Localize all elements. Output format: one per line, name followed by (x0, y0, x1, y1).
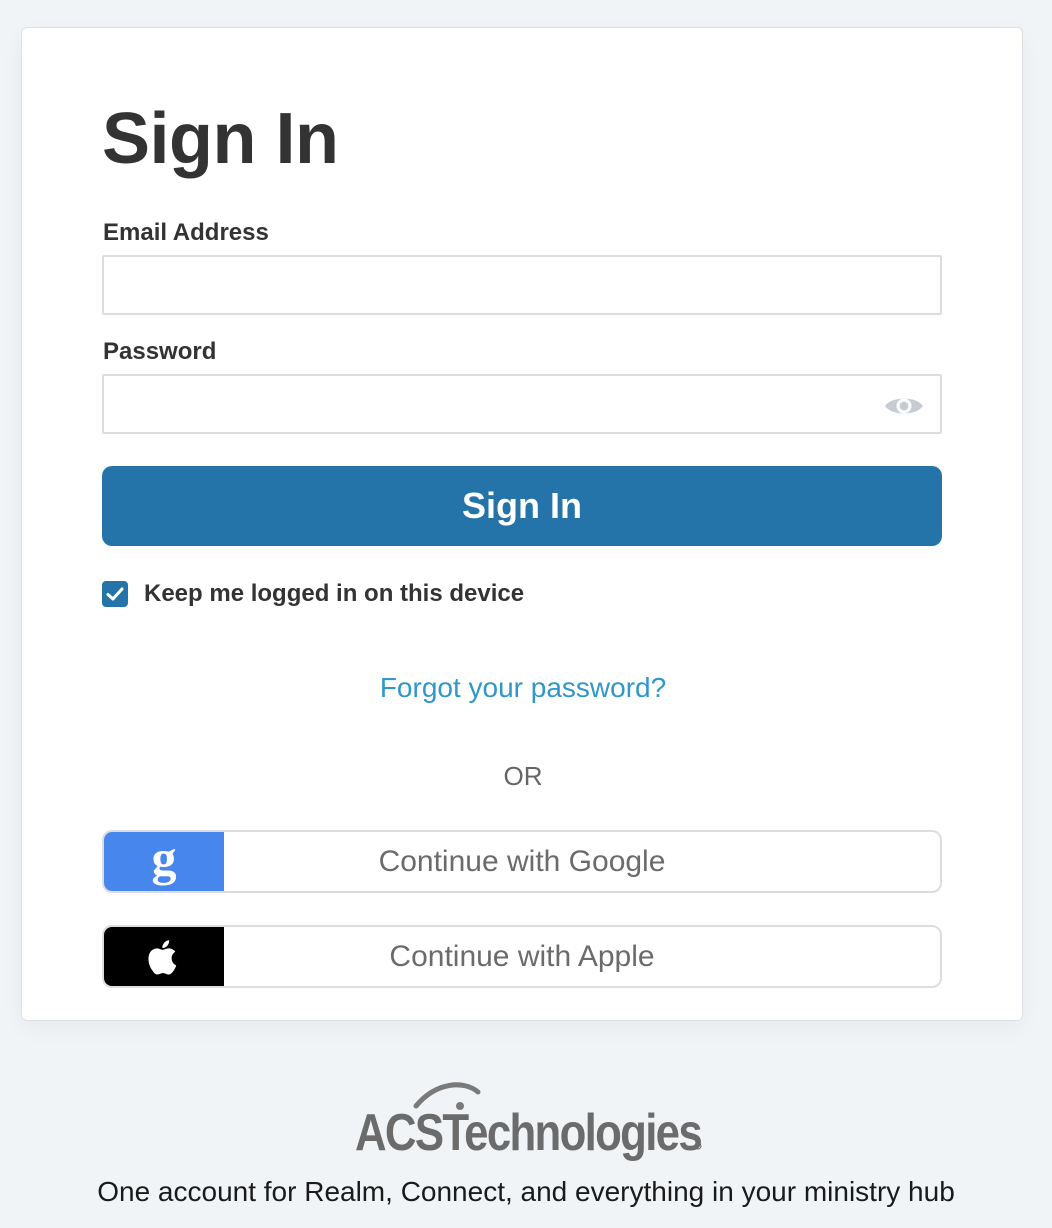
logo-text: ACSTechnologies (355, 1104, 701, 1162)
password-label: Password (103, 338, 217, 365)
page-title: Sign In (102, 99, 339, 179)
keep-logged-in-checkbox[interactable] (102, 581, 128, 607)
continue-with-apple-button[interactable]: Continue with Apple (102, 925, 942, 988)
tagline: One account for Realm, Connect, and ever… (97, 1176, 955, 1207)
apple-button-label: Continue with Apple (389, 939, 655, 973)
acs-logo-mark: ACSTechnologies (355, 1082, 703, 1162)
apple-icon (104, 927, 224, 986)
google-g-icon: g (104, 832, 224, 891)
sign-in-card: Sign In Email Address Password Sign In K… (21, 27, 1023, 1021)
eye-icon[interactable] (883, 393, 925, 419)
acs-technologies-logo: ACSTechnologies (0, 1078, 1052, 1168)
or-divider: OR (503, 761, 543, 791)
sign-in-button[interactable]: Sign In (102, 466, 942, 546)
checkmark-icon (106, 587, 124, 601)
forgot-password-link[interactable]: Forgot your password? (22, 672, 1024, 704)
keep-logged-in-row: Keep me logged in on this device (102, 580, 524, 608)
password-field[interactable] (102, 374, 942, 434)
email-field[interactable] (102, 255, 942, 315)
email-label: Email Address (103, 219, 269, 246)
continue-with-google-button[interactable]: g Continue with Google (102, 830, 942, 893)
keep-logged-in-label[interactable]: Keep me logged in on this device (144, 580, 524, 608)
google-button-label: Continue with Google (378, 844, 666, 878)
